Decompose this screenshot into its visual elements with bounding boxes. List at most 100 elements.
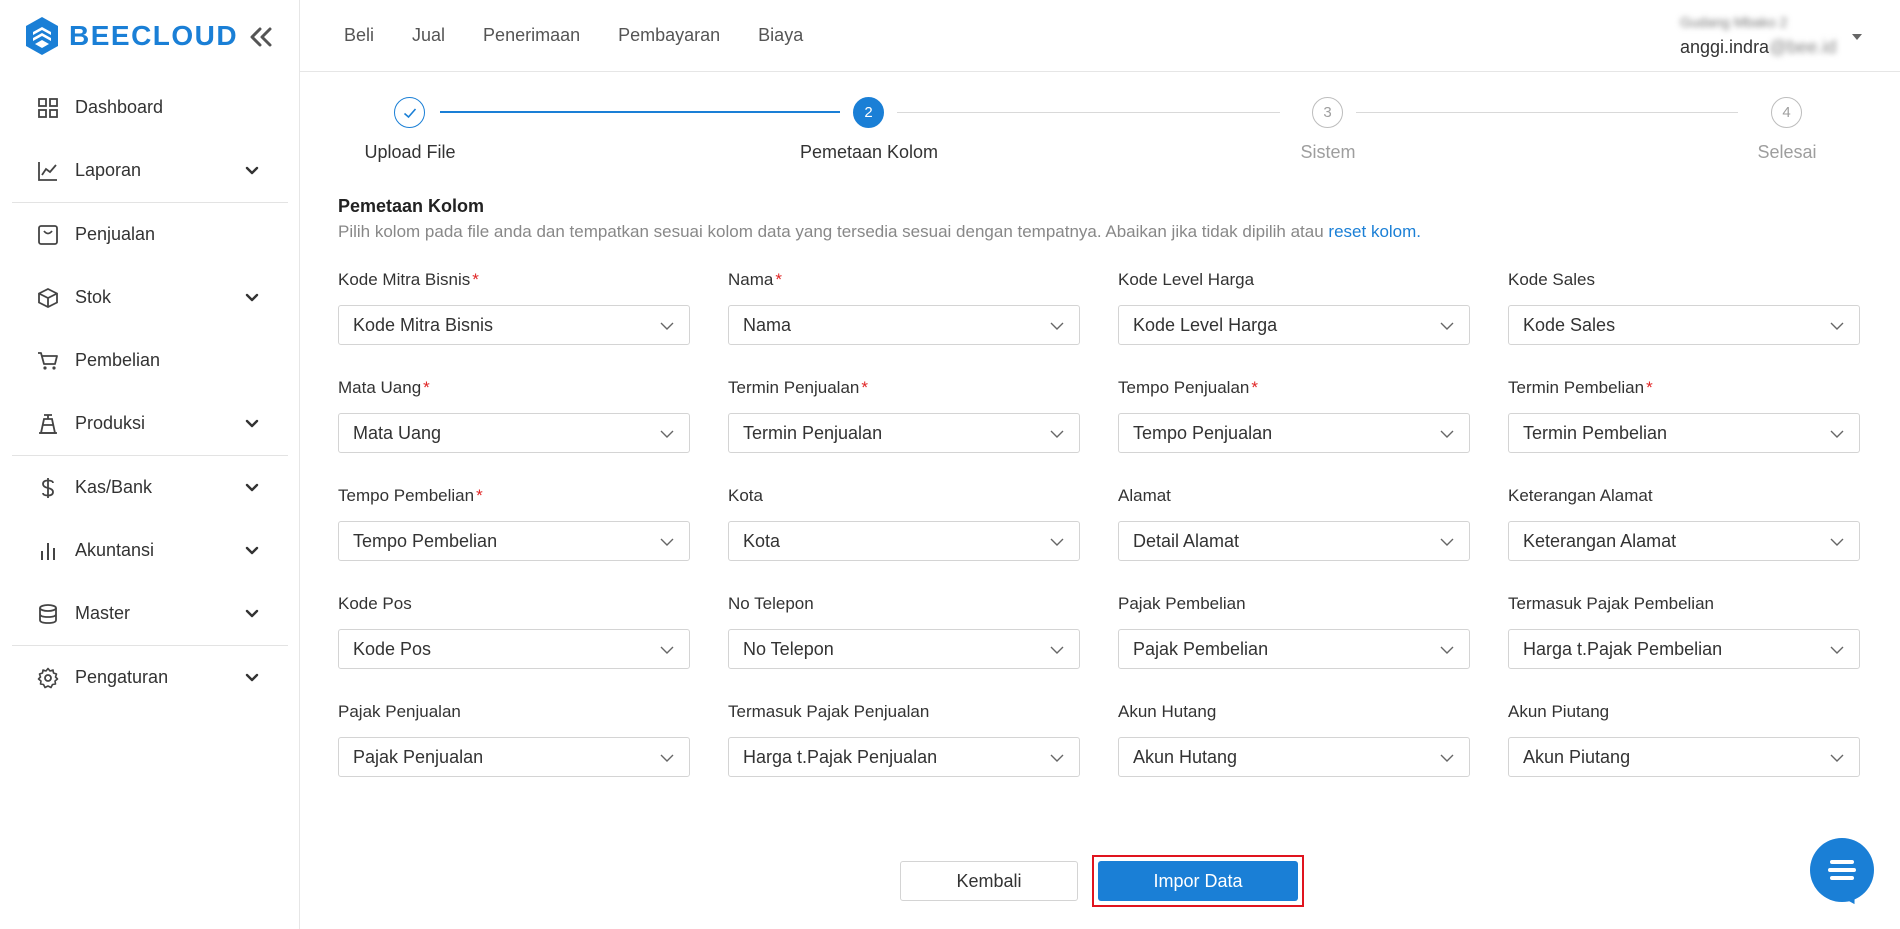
field-label: Termasuk Pajak Pembelian <box>1508 594 1860 616</box>
step-connector <box>897 112 1280 113</box>
user-email-suffix: @bee.id <box>1769 37 1837 57</box>
required-asterisk: * <box>775 270 782 289</box>
field-label-text: Akun Piutang <box>1508 702 1610 721</box>
select-termin-pembelian[interactable]: Termin Pembelian <box>1508 413 1860 453</box>
step-connector-done <box>440 111 840 113</box>
sidebar-item-laporan[interactable]: Laporan <box>0 139 300 202</box>
cube-icon <box>36 286 60 310</box>
top-menu-beli[interactable]: Beli <box>344 25 374 46</box>
sidebar-item-pembelian[interactable]: Pembelian <box>0 329 300 392</box>
select-value: Keterangan Alamat <box>1523 530 1677 551</box>
sidebar-item-produksi[interactable]: Produksi <box>0 392 300 455</box>
chevron-down-icon <box>245 419 259 427</box>
field-label: Termasuk Pajak Penjualan <box>728 702 1080 724</box>
chevron-down-icon <box>1440 322 1454 330</box>
select-termin-penjualan[interactable]: Termin Penjualan <box>728 413 1080 453</box>
select-termasuk-pajak-pembelian[interactable]: Harga t.Pajak Pembelian <box>1508 629 1860 669</box>
chevron-down-icon <box>1830 430 1844 438</box>
chevron-down-icon <box>1830 646 1844 654</box>
select-kota[interactable]: Kota <box>728 521 1080 561</box>
field-akun-hutang: Akun Hutang Akun Hutang <box>1118 702 1470 777</box>
field-label-text: Keterangan Alamat <box>1508 486 1653 505</box>
top-menu-biaya[interactable]: Biaya <box>758 25 803 46</box>
top-menu-penerimaan[interactable]: Penerimaan <box>483 25 580 46</box>
field-kode-pos: Kode Pos Kode Pos <box>338 594 690 669</box>
select-mata-uang[interactable]: Mata Uang <box>338 413 690 453</box>
import-button-highlight: Impor Data <box>1092 855 1304 907</box>
step-1-circle <box>394 97 425 128</box>
user-menu[interactable]: Gudang Mbako 2 anggi.indra@bee.id <box>1674 10 1864 62</box>
select-value: Kode Level Harga <box>1133 314 1278 335</box>
required-asterisk: * <box>472 270 479 289</box>
sales-box-icon <box>36 223 60 247</box>
reset-columns-link[interactable]: reset kolom <box>1328 222 1416 241</box>
field-termin-penjualan: Termin Penjualan * Termin Penjualan <box>728 378 1080 453</box>
user-email: anggi.indra@bee.id <box>1680 37 1836 58</box>
chevron-down-icon <box>245 609 259 617</box>
field-label-text: Tempo Penjualan <box>1118 378 1250 397</box>
sidebar-item-label: Penjualan <box>75 224 156 244</box>
field-termin-pembelian: Termin Pembelian * Termin Pembelian <box>1508 378 1860 453</box>
brand[interactable]: BEECLOUD <box>24 14 238 58</box>
field-label-text: Termasuk Pajak Penjualan <box>728 702 930 721</box>
sidebar-nav: Dashboard Laporan Penjualan Stok Pembeli… <box>0 76 300 709</box>
required-asterisk: * <box>861 378 868 397</box>
field-termasuk-pajak-pembelian: Termasuk Pajak Pembelian Harga t.Pajak Pe… <box>1508 594 1860 669</box>
chevron-down-icon <box>1830 538 1844 546</box>
select-tempo-pembelian[interactable]: Tempo Pembelian <box>338 521 690 561</box>
select-kode-level-harga[interactable]: Kode Level Harga <box>1118 305 1470 345</box>
select-alamat[interactable]: Detail Alamat <box>1118 521 1470 561</box>
select-termasuk-pajak-penjualan[interactable]: Harga t.Pajak Penjualan <box>728 737 1080 777</box>
user-email-prefix: anggi.indra <box>1680 37 1770 57</box>
select-akun-piutang[interactable]: Akun Piutang <box>1508 737 1860 777</box>
import-data-button[interactable]: Impor Data <box>1098 861 1298 901</box>
beecloud-logo-icon <box>26 17 58 55</box>
field-label: Kode Level Harga <box>1118 270 1470 292</box>
database-icon <box>36 602 60 626</box>
sidebar-item-penjualan[interactable]: Penjualan <box>0 203 300 266</box>
field-label: Kode Sales <box>1508 270 1860 292</box>
select-kode-mitra-bisnis[interactable]: Kode Mitra Bisnis <box>338 305 690 345</box>
sidebar-item-label: Pembelian <box>75 350 161 370</box>
select-kode-sales[interactable]: Kode Sales <box>1508 305 1860 345</box>
field-tempo-penjualan: Tempo Penjualan * Tempo Penjualan <box>1118 378 1470 453</box>
select-no-telepon[interactable]: No Telepon <box>728 629 1080 669</box>
factory-icon <box>36 412 60 436</box>
select-keterangan-alamat[interactable]: Keterangan Alamat <box>1508 521 1860 561</box>
field-label-text: Mata Uang <box>338 378 422 397</box>
top-menu-jual[interactable]: Jual <box>412 25 445 46</box>
select-pajak-pembelian[interactable]: Pajak Pembelian <box>1118 629 1470 669</box>
sidebar-item-master[interactable]: Master <box>0 582 300 645</box>
chevron-down-icon <box>660 754 674 762</box>
field-label: Termin Penjualan * <box>728 378 1080 400</box>
field-label-text: Kota <box>728 486 763 505</box>
select-value: Kode Mitra Bisnis <box>353 314 494 335</box>
brand-name: BEECLOUD <box>69 20 239 51</box>
chevron-down-icon <box>1050 646 1064 654</box>
collapse-sidebar-icon[interactable] <box>246 22 276 52</box>
sidebar-item-pengaturan[interactable]: Pengaturan <box>0 646 300 709</box>
sidebar-item-kas-bank[interactable]: Kas/Bank <box>0 456 300 519</box>
back-button[interactable]: Kembali <box>900 861 1078 901</box>
select-value: Tempo Penjualan <box>1133 422 1273 443</box>
line-chart-icon <box>36 159 60 183</box>
select-kode-pos[interactable]: Kode Pos <box>338 629 690 669</box>
field-label: Kota <box>728 486 1080 508</box>
chevron-down-icon <box>245 673 259 681</box>
field-label-text: Pajak Pembelian <box>1118 594 1246 613</box>
chevron-down-icon <box>1050 430 1064 438</box>
sidebar-item-akuntansi[interactable]: Akuntansi <box>0 519 300 582</box>
top-menu-pembayaran[interactable]: Pembayaran <box>618 25 720 46</box>
sidebar-item-dashboard[interactable]: Dashboard <box>0 76 300 139</box>
sidebar-item-stok[interactable]: Stok <box>0 266 300 329</box>
chevron-down-icon <box>1830 754 1844 762</box>
select-akun-hutang[interactable]: Akun Hutang <box>1118 737 1470 777</box>
step-4-label: Selesai <box>1757 142 1817 162</box>
bar-chart-icon <box>36 539 60 563</box>
select-tempo-penjualan[interactable]: Tempo Penjualan <box>1118 413 1470 453</box>
chat-bubble-icon[interactable] <box>1810 838 1874 902</box>
field-label: Tempo Pembelian * <box>338 486 690 508</box>
field-pajak-pembelian: Pajak Pembelian Pajak Pembelian <box>1118 594 1470 669</box>
select-nama[interactable]: Nama <box>728 305 1080 345</box>
select-pajak-penjualan[interactable]: Pajak Penjualan <box>338 737 690 777</box>
